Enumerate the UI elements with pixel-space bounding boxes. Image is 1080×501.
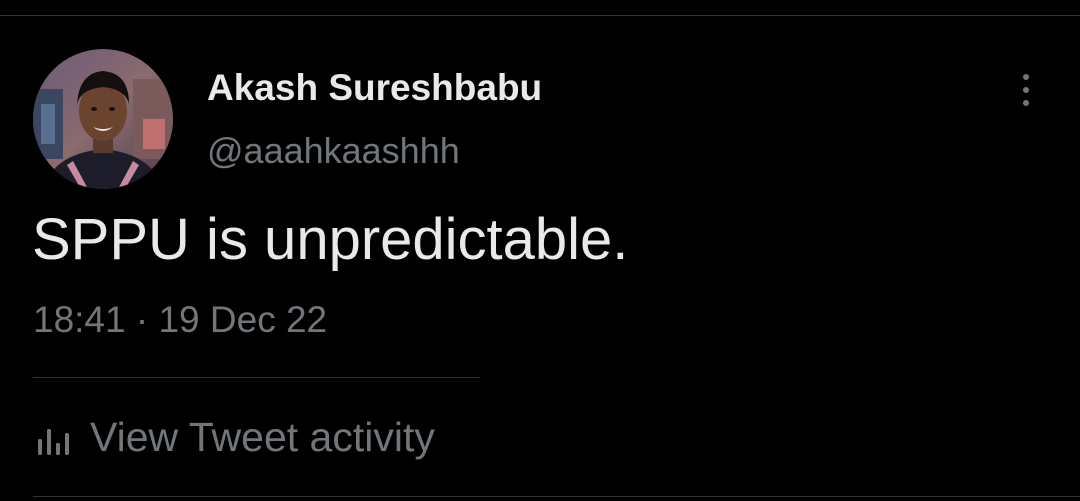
view-tweet-activity-button[interactable]: View Tweet activity — [36, 413, 435, 461]
divider — [33, 377, 480, 378]
view-tweet-activity-label: View Tweet activity — [90, 414, 435, 460]
tweet-timestamp[interactable]: 18:41 · 19 Dec 22 — [33, 298, 327, 342]
author-handle[interactable]: @aaahkaashhh — [207, 131, 542, 171]
more-vertical-icon — [1023, 74, 1029, 80]
more-vertical-icon-dot — [1023, 87, 1029, 93]
author-display-name[interactable]: Akash Sureshbabu — [207, 66, 542, 110]
bottom-divider — [33, 496, 1080, 497]
tweet-text: SPPU is unpredictable. — [32, 207, 629, 272]
avatar[interactable] — [33, 49, 173, 189]
tweet-author: Akash Sureshbabu @aaahkaashhh — [207, 66, 542, 171]
more-options-button[interactable] — [1008, 70, 1044, 110]
more-vertical-icon-dot — [1023, 100, 1029, 106]
tweet-detail: Akash Sureshbabu @aaahkaashhh SPPU is un… — [0, 0, 1080, 501]
profile-photo-icon — [33, 49, 173, 189]
bar-chart-icon — [38, 429, 69, 455]
